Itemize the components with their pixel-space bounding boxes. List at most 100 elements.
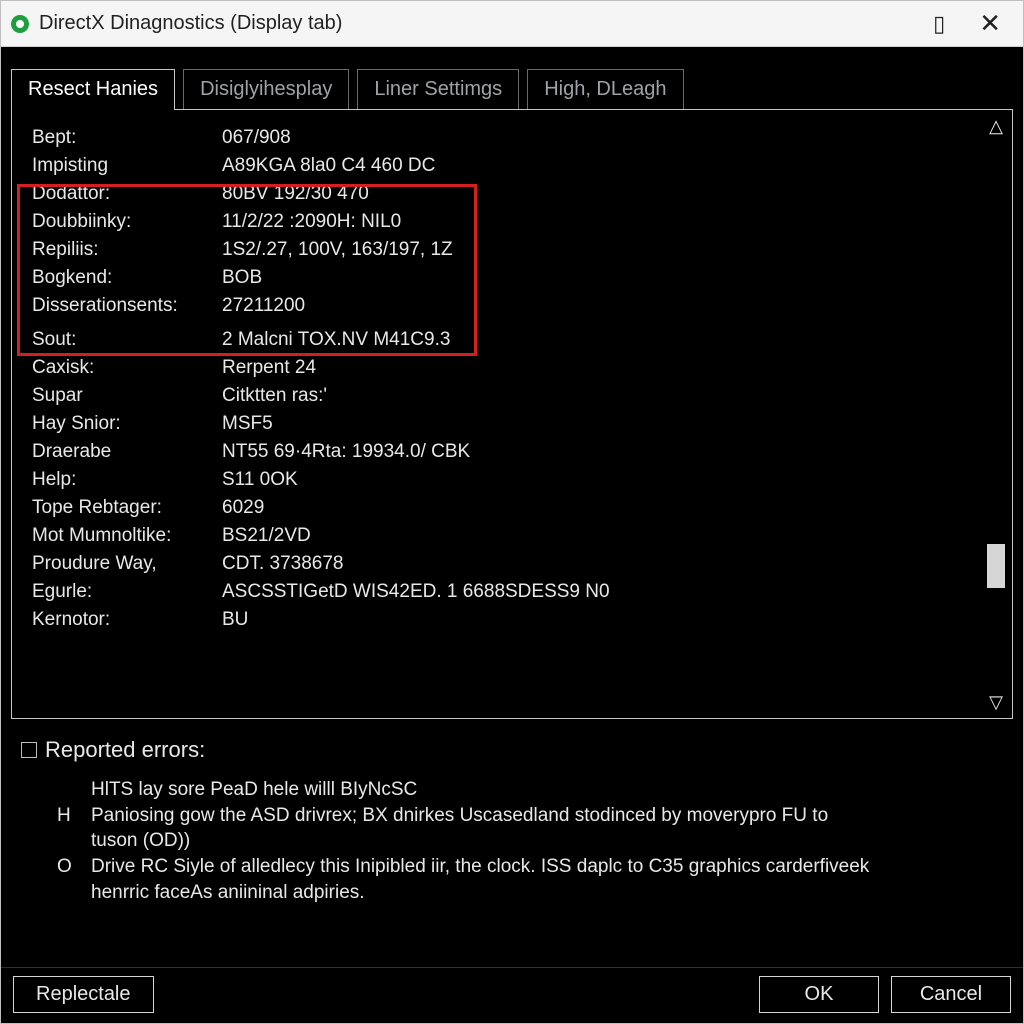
table-row: ImpistingA89KGA 8la0 C4 460 DC — [32, 152, 610, 180]
window-title: DirectX Dinagnostics (Display tab) — [39, 12, 342, 35]
info-key: Bogkend: — [32, 264, 222, 292]
errors-heading-row: Reported errors: — [21, 737, 1003, 763]
info-value: NT55 69·4Rta: 19934.0/ CBK — [222, 438, 610, 466]
close-icon[interactable]: ✕ — [979, 8, 1001, 39]
table-row: Doubbiinky:11/2/22 :2090H: NIL0 — [32, 208, 610, 236]
info-value: 2 Malcni TOX.NV M41C9.3 — [222, 326, 610, 354]
errors-checkbox[interactable] — [21, 742, 37, 758]
info-key: Doubbiinky: — [32, 208, 222, 236]
table-row: DraerabeNT55 69·4Rta: 19934.0/ CBK — [32, 438, 610, 466]
table-row: Help:S11 0OK — [32, 466, 610, 494]
info-value: Rerpent 24 — [222, 354, 610, 382]
error-line: tuson (OD)) — [57, 828, 1003, 854]
scroll-up-icon[interactable]: △ — [984, 116, 1008, 136]
reported-errors: Reported errors: HlTS lay sore PeaD hele… — [1, 719, 1023, 915]
info-key: Kernotor: — [32, 606, 222, 634]
error-text: henrric faceAs aniininal adpiries. — [91, 880, 365, 906]
window-controls: ▯ ✕ — [933, 8, 1019, 39]
errors-body: HlTS lay sore PeaD hele willl BIyNcSC H Pa… — [21, 777, 1003, 905]
client-area: Resect Hanies Disiglyihesplay Liner Sett… — [1, 47, 1023, 1023]
info-value: S11 0OK — [222, 466, 610, 494]
dxdiag-window: DirectX Dinagnostics (Display tab) ▯ ✕ R… — [0, 0, 1024, 1024]
titlebar: DirectX Dinagnostics (Display tab) ▯ ✕ — [1, 1, 1023, 47]
error-bullet — [57, 777, 73, 803]
info-key: Hay Snior: — [32, 410, 222, 438]
info-value: 27211200 — [222, 292, 610, 320]
info-key: Draerabe — [32, 438, 222, 466]
table-row: Dodattor:80BV 192/30 470 — [32, 180, 610, 208]
tab-liner-settings[interactable]: Liner Settimgs — [357, 69, 519, 110]
info-value: A89KGA 8la0 C4 460 DC — [222, 152, 610, 180]
cancel-button[interactable]: Cancel — [891, 976, 1011, 1013]
error-text: Drive RC Siyle of alledlecy this Inipibl… — [91, 854, 869, 880]
ok-button[interactable]: OK — [759, 976, 879, 1013]
info-value: 1S2/.27, 100V, 163/197, 1Z — [222, 236, 610, 264]
table-row: Proudure Way,CDT. 3738678 — [32, 550, 610, 578]
button-label: Replectale — [36, 983, 131, 1005]
button-label: OK — [805, 983, 834, 1005]
table-row: Bept:067/908 — [32, 124, 610, 152]
scrollbar[interactable]: △ ▽ — [984, 116, 1008, 712]
info-value: CDT. 3738678 — [222, 550, 610, 578]
error-line: HlTS lay sore PeaD hele willl BIyNcSC — [57, 777, 1003, 803]
info-key: Supar — [32, 382, 222, 410]
info-value: 6029 — [222, 494, 610, 522]
info-key: Egurle: — [32, 578, 222, 606]
info-key: Caxisk: — [32, 354, 222, 382]
error-bullet — [57, 880, 73, 906]
error-bullet — [57, 828, 73, 854]
error-line: henrric faceAs aniininal adpiries. — [57, 880, 1003, 906]
table-row: Tope Rebtager:6029 — [32, 494, 610, 522]
tab-high-dleagh[interactable]: High, DLeagh — [527, 69, 683, 110]
info-value: BS21/2VD — [222, 522, 610, 550]
info-value: BU — [222, 606, 610, 634]
info-value: Citktten ras:' — [222, 382, 610, 410]
info-key: Dodattor: — [32, 180, 222, 208]
info-value: 80BV 192/30 470 — [222, 180, 610, 208]
error-text: HlTS lay sore PeaD hele willl BIyNcSC — [91, 777, 417, 803]
info-panel: Bept:067/908ImpistingA89KGA 8la0 C4 460 … — [11, 109, 1013, 719]
info-key: Disserationsents: — [32, 292, 222, 320]
table-row: Hay Snior:MSF5 — [32, 410, 610, 438]
tab-display[interactable]: Disiglyihesplay — [183, 69, 349, 110]
errors-heading: Reported errors: — [45, 737, 205, 763]
table-row: SuparCitktten ras:' — [32, 382, 610, 410]
table-row: Bogkend:BOB — [32, 264, 610, 292]
tab-strip: Resect Hanies Disiglyihesplay Liner Sett… — [1, 47, 1023, 109]
app-icon — [11, 15, 29, 33]
replectale-button[interactable]: Replectale — [13, 976, 154, 1013]
maximize-icon[interactable]: ▯ — [933, 11, 945, 37]
scroll-track[interactable] — [984, 136, 1008, 692]
error-text: tuson (OD)) — [91, 828, 190, 854]
button-label: Cancel — [920, 983, 982, 1005]
info-value: ASCSSTIGetD WIS42ED. 1 6688SDESS9 N0 — [222, 578, 610, 606]
info-value: 11/2/22 :2090H: NIL0 — [222, 208, 610, 236]
tab-label: Disiglyihesplay — [200, 78, 332, 100]
scroll-down-icon[interactable]: ▽ — [984, 692, 1008, 712]
table-row: Egurle:ASCSSTIGetD WIS42ED. 1 6688SDESS9… — [32, 578, 610, 606]
tab-label: High, DLeagh — [544, 78, 666, 100]
scroll-thumb[interactable] — [987, 544, 1005, 588]
error-line: H Paniosing gow the ASD drivrex; BX dnirk… — [57, 803, 1003, 829]
tab-label: Resect Hanies — [28, 78, 158, 100]
table-row: Repiliis:1S2/.27, 100V, 163/197, 1Z — [32, 236, 610, 264]
info-value: MSF5 — [222, 410, 610, 438]
info-value: BOB — [222, 264, 610, 292]
info-value: 067/908 — [222, 124, 610, 152]
error-text: Paniosing gow the ASD drivrex; BX dnirke… — [91, 803, 828, 829]
info-key: Repiliis: — [32, 236, 222, 264]
info-key: Impisting — [32, 152, 222, 180]
tab-resect-hanies[interactable]: Resect Hanies — [11, 69, 175, 110]
info-key: Tope Rebtager: — [32, 494, 222, 522]
tab-label: Liner Settimgs — [374, 78, 502, 100]
error-bullet: H — [57, 803, 73, 829]
info-key: Proudure Way, — [32, 550, 222, 578]
error-bullet: O — [57, 854, 73, 880]
info-key: Bept: — [32, 124, 222, 152]
table-row: Mot Mumnoltike:BS21/2VD — [32, 522, 610, 550]
info-key: Mot Mumnoltike: — [32, 522, 222, 550]
info-table: Bept:067/908ImpistingA89KGA 8la0 C4 460 … — [32, 124, 610, 634]
error-line: O Drive RC Siyle of alledlecy this Inipib… — [57, 854, 1003, 880]
info-key: Sout: — [32, 326, 222, 354]
table-row: Caxisk:Rerpent 24 — [32, 354, 610, 382]
